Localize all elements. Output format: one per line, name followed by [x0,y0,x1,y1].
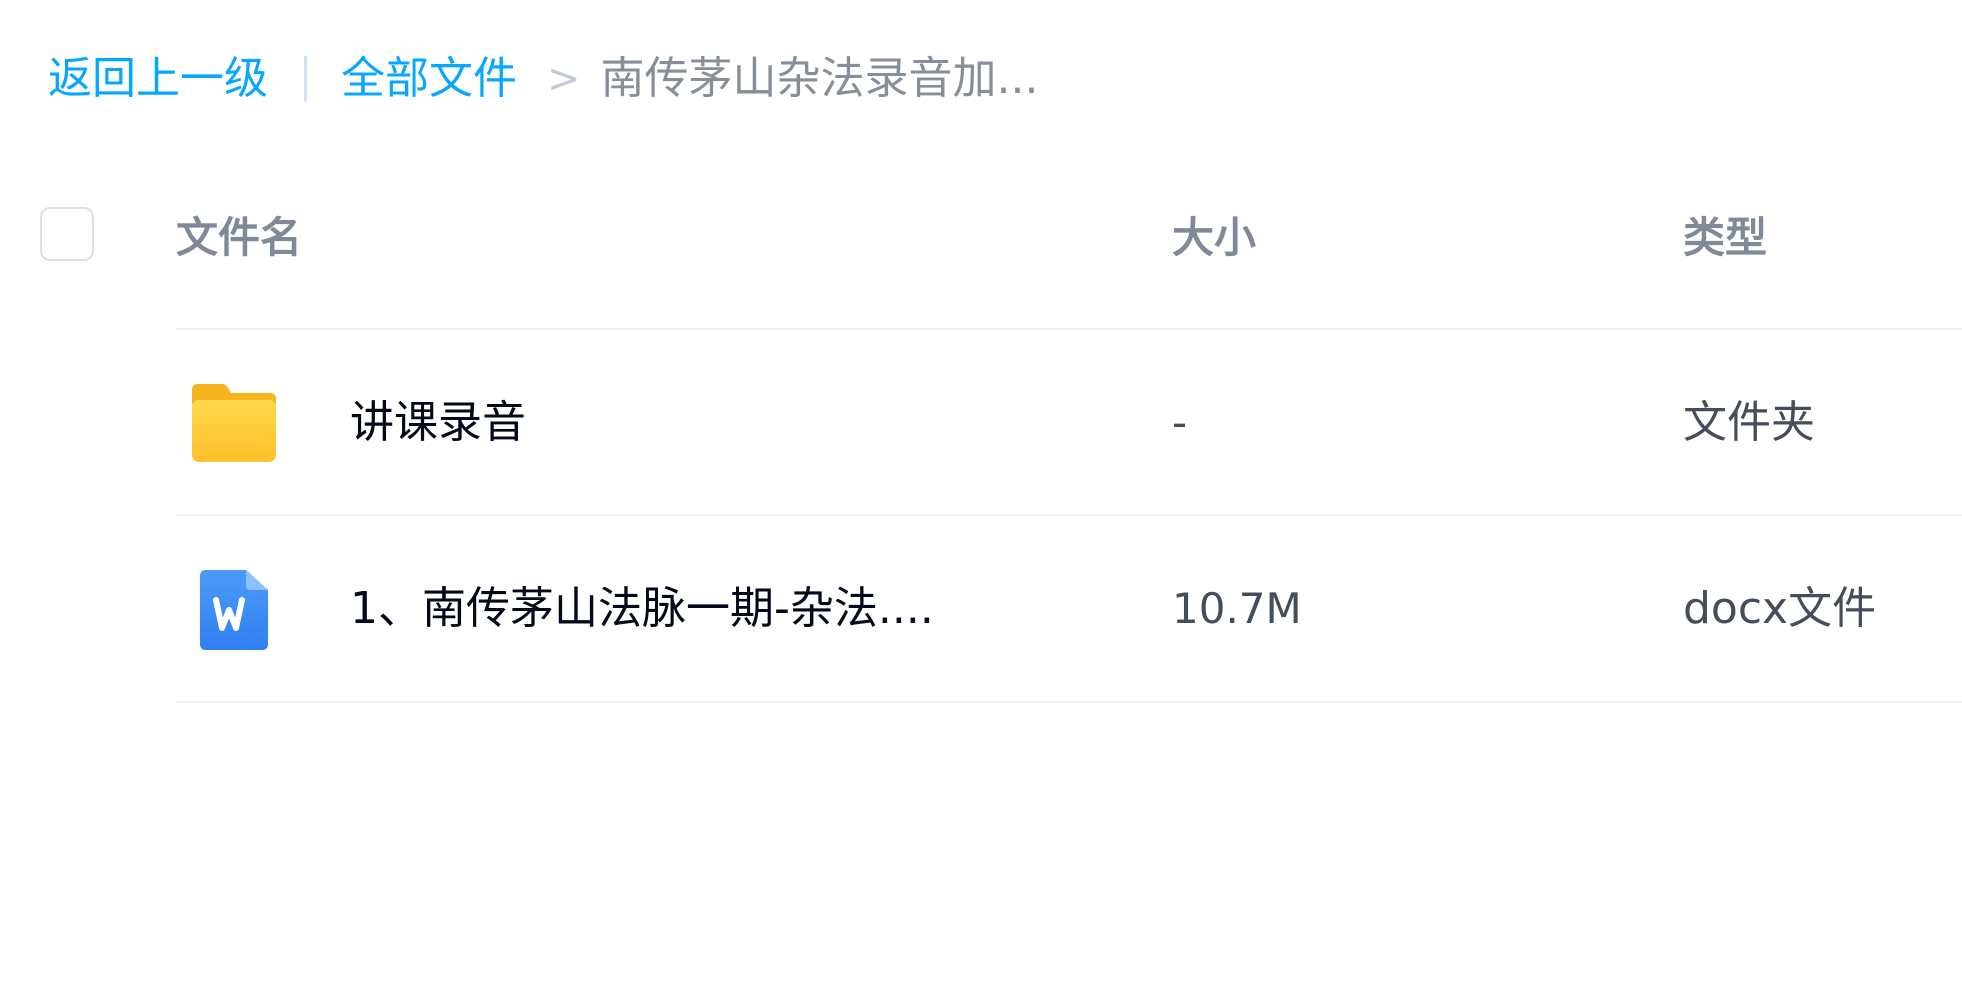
column-header-type[interactable]: 类型 [1683,200,1767,276]
back-link[interactable]: 返回上一级 [48,48,268,110]
file-size: 10.7M [1172,584,1302,633]
table-row[interactable]: 讲课录音 - 文件夹 [0,330,1962,515]
all-files-link[interactable]: 全部文件 [341,48,517,110]
row-divider [176,701,1962,703]
folder-icon [186,380,282,468]
breadcrumb-divider [304,56,307,102]
column-header-name[interactable]: 文件名 [176,200,302,276]
file-name[interactable]: 讲课录音 [350,330,526,515]
breadcrumb-separator: > [547,56,581,102]
current-folder-label: 南传茅山杂法录音加... [600,53,1039,104]
file-name[interactable]: 1、南传茅山法脉一期-杂法.... [350,516,934,701]
file-type: 文件夹 [1683,397,1815,448]
file-size: - [1172,398,1188,447]
docx-icon [186,566,282,654]
breadcrumb: 返回上一级 全部文件 > 南传茅山杂法录音加... [48,48,1038,110]
table-row[interactable]: 1、南传茅山法脉一期-杂法.... 10.7M docx文件 [0,516,1962,701]
column-header-size[interactable]: 大小 [1172,200,1256,276]
file-type: docx文件 [1683,583,1877,634]
select-all-checkbox[interactable] [40,207,94,261]
table-header: 文件名 大小 类型 [0,200,1962,276]
